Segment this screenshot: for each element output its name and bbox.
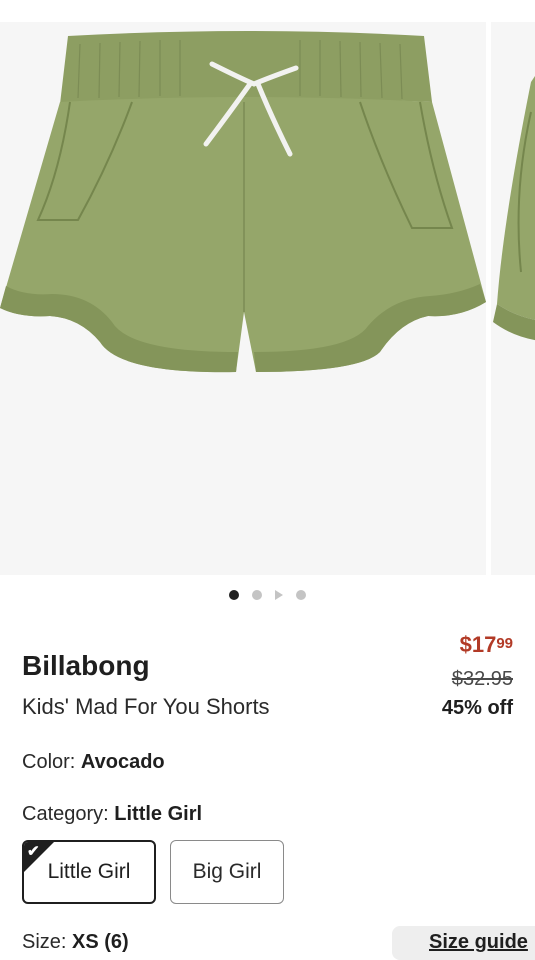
- pagination-dot-2[interactable]: [252, 590, 262, 600]
- discount-label: 45% off: [441, 697, 513, 719]
- price-block: $1799 $32.95 45% off: [313, 632, 513, 720]
- shorts-image: [0, 31, 486, 373]
- color-label: Color:: [22, 751, 81, 773]
- size-row: Size: XS (6): [22, 931, 129, 954]
- category-option-label: Little Girl: [47, 860, 131, 883]
- sale-price: $1799: [313, 632, 513, 658]
- pagination-dot-4[interactable]: [296, 590, 306, 600]
- pagination-dot-1[interactable]: [229, 590, 239, 600]
- category-option-big-girl[interactable]: Big Girl: [170, 840, 284, 904]
- color-row: Color: Avocado: [22, 751, 165, 774]
- category-value: Little Girl: [114, 803, 203, 825]
- category-label: Category:: [22, 803, 115, 825]
- category-option-label: Big Girl: [192, 860, 262, 883]
- product-image-gallery[interactable]: [0, 22, 535, 575]
- size-value: XS (6): [72, 931, 129, 953]
- play-icon[interactable]: [275, 590, 283, 600]
- product-image-next-peek[interactable]: [491, 22, 535, 575]
- checkmark-icon: ✔: [27, 843, 40, 860]
- color-value: Avocado: [80, 751, 165, 773]
- category-option-little-girl[interactable]: ✔ Little Girl: [22, 840, 156, 904]
- size-guide-link[interactable]: Size guide: [392, 926, 535, 960]
- product-image-main[interactable]: [0, 22, 486, 575]
- shorts-image-peek: [493, 76, 535, 341]
- sale-price-cents: 99: [496, 635, 513, 652]
- gallery-pagination[interactable]: [0, 588, 535, 602]
- product-brand[interactable]: Billabong: [22, 650, 150, 682]
- original-price: $32.95: [451, 668, 513, 690]
- size-label: Size:: [22, 931, 73, 953]
- sale-price-dollars: $17: [459, 632, 497, 657]
- category-row: Category: Little Girl: [22, 803, 202, 826]
- product-title: Kids' Mad For You Shorts: [22, 694, 270, 719]
